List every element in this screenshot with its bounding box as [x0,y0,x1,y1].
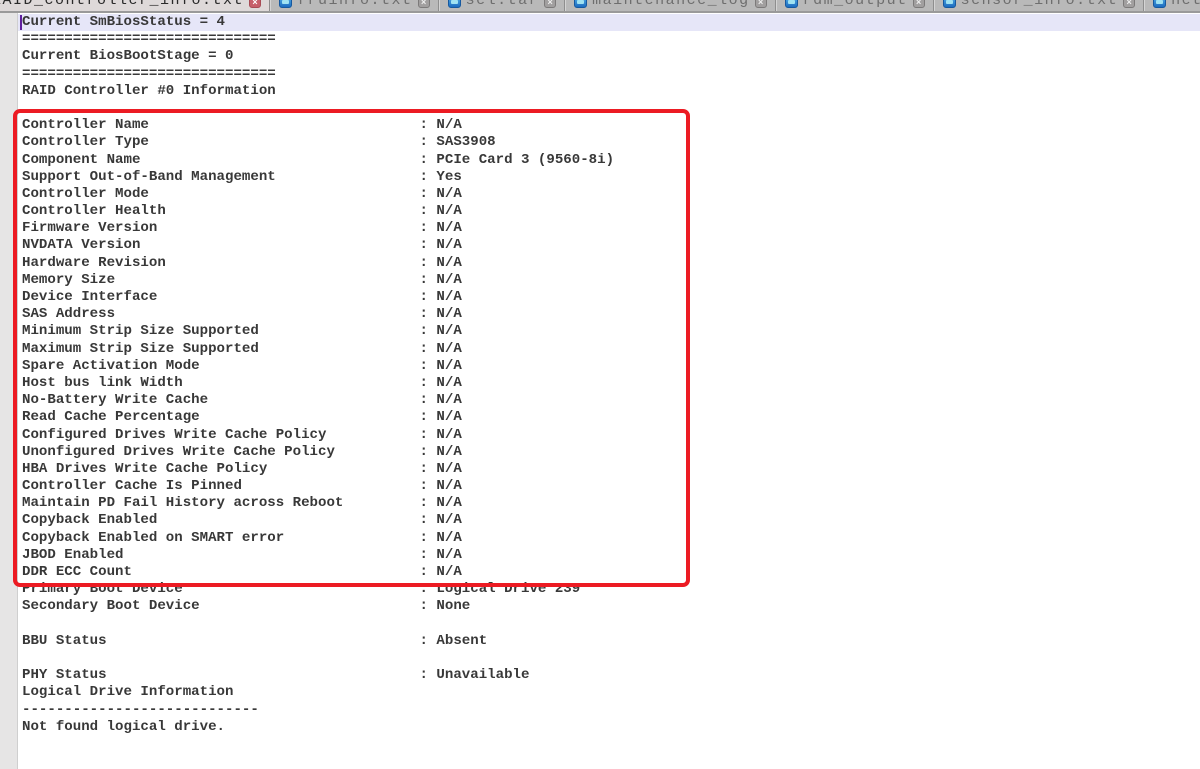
tab-rdm-output[interactable]: rdm_output × [776,0,934,11]
editor-pane: Current SmBiosStatus = 4================… [0,13,1200,769]
editor-line: Logical Drive Information [18,684,1200,701]
text-caret [20,15,22,30]
editor-line: Component Name : PCIe Card 3 (9560-8i) [18,152,1200,169]
editor-line: Secondary Boot Device : None [18,598,1200,615]
editor-line: ============================== [18,66,1200,83]
text-editor-window: RAID_controller_info.txt×fruinfo.txt×sel… [0,0,1200,769]
file-icon [574,0,587,8]
tab-label: fruinfo.txt [297,0,413,10]
editor-line: ---------------------------- [18,702,1200,719]
editor-line: Controller Type : SAS3908 [18,134,1200,151]
editor-gutter [0,13,18,769]
file-icon [1153,0,1166,8]
editor-line [18,616,1200,633]
editor-line: Maximum Strip Size Supported : N/A [18,341,1200,358]
editor-line: Minimum Strip Size Supported : N/A [18,323,1200,340]
tab-close-icon[interactable]: × [1123,0,1135,8]
editor-line: DDR ECC Count : N/A [18,564,1200,581]
editor-line: Read Cache Percentage : N/A [18,409,1200,426]
editor-line: ============================== [18,31,1200,48]
tab-close-icon[interactable]: × [755,0,767,8]
tab-label: sel.tar [466,0,540,10]
tab-close-icon[interactable]: × [418,0,430,8]
editor-line: Copyback Enabled : N/A [18,512,1200,529]
tab-close-icon[interactable]: × [249,0,261,8]
editor-line: Primary Boot Device : Logical Drive 239 [18,581,1200,598]
tab-sel-tar[interactable]: sel.tar × [439,0,566,11]
editor-line: SAS Address : N/A [18,306,1200,323]
editor-line: Support Out-of-Band Management : Yes [18,169,1200,186]
tab-label: rdm_output [803,0,908,10]
tab-maintenance-log[interactable]: maintenance_log × [565,0,776,11]
file-icon [279,0,292,8]
editor-line: PHY Status : Unavailable [18,667,1200,684]
editor-line: Hardware Revision : N/A [18,255,1200,272]
editor-line: Maintain PD Fail History across Reboot :… [18,495,1200,512]
tab-bar: RAID_controller_info.txt×fruinfo.txt×sel… [0,0,1200,13]
tab-raid-controller-info-txt[interactable]: RAID_controller_info.txt × [0,0,270,11]
editor-line: RAID Controller #0 Information [18,83,1200,100]
tab-close-icon[interactable]: × [913,0,925,8]
editor-line: Controller Mode : N/A [18,186,1200,203]
editor-line: Spare Activation Mode : N/A [18,358,1200,375]
tab-row: RAID_controller_info.txt×fruinfo.txt×sel… [0,0,1200,11]
editor-content[interactable]: Current SmBiosStatus = 4================… [18,13,1200,769]
editor-line: Unonfigured Drives Write Cache Policy : … [18,444,1200,461]
editor-line [18,650,1200,667]
tab-netcard-[interactable]: netcard_ [1144,0,1200,11]
editor-line: Controller Health : N/A [18,203,1200,220]
editor-line: Copyback Enabled on SMART error : N/A [18,530,1200,547]
editor-line: Firmware Version : N/A [18,220,1200,237]
editor-line: Configured Drives Write Cache Policy : N… [18,427,1200,444]
editor-line: JBOD Enabled : N/A [18,547,1200,564]
editor-line: BBU Status : Absent [18,633,1200,650]
editor-line: NVDATA Version : N/A [18,237,1200,254]
current-line-highlight: Current SmBiosStatus = 4 [18,14,1200,31]
editor-line: Memory Size : N/A [18,272,1200,289]
editor-line: No-Battery Write Cache : N/A [18,392,1200,409]
tab-label: maintenance_log [592,0,750,10]
tab-label: sensor_info.txt [961,0,1119,10]
file-icon [448,0,461,8]
tab-label: RAID_controller_info.txt [0,0,244,10]
tab-close-icon[interactable]: × [544,0,556,8]
editor-line: Device Interface : N/A [18,289,1200,306]
tab-sensor-info-txt[interactable]: sensor_info.txt × [934,0,1145,11]
editor-line: Current BiosBootStage = 0 [18,48,1200,65]
editor-line: Not found logical drive. [18,719,1200,736]
tab-fruinfo-txt[interactable]: fruinfo.txt × [270,0,439,11]
editor-line: Controller Name : N/A [18,117,1200,134]
editor-line [18,100,1200,117]
editor-line: Controller Cache Is Pinned : N/A [18,478,1200,495]
file-icon [943,0,956,8]
editor-line: HBA Drives Write Cache Policy : N/A [18,461,1200,478]
file-icon [785,0,798,8]
tab-label: netcard_ [1171,0,1200,10]
editor-line: Host bus link Width : N/A [18,375,1200,392]
